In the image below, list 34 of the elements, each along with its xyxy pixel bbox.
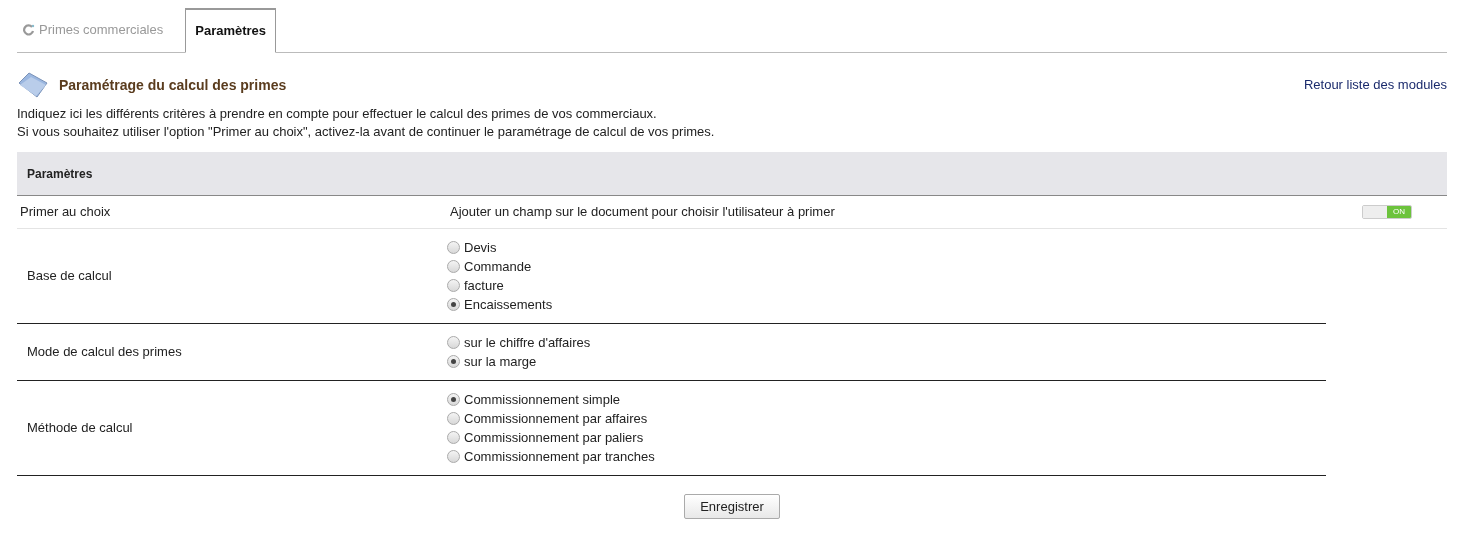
row-description: Ajouter un champ sur le document pour choisir l'utilisateur à primer [450, 203, 836, 222]
page-title: Paramétrage du calcul des primes [59, 75, 287, 95]
row-label: Méthode de calcul [26, 419, 134, 438]
radio-button[interactable] [447, 279, 460, 292]
radio-button[interactable] [447, 450, 460, 463]
section-header: Paramètres [17, 152, 1447, 196]
refresh-icon [23, 24, 35, 36]
radio-button[interactable] [447, 431, 460, 444]
save-button[interactable]: Enregistrer [684, 494, 780, 519]
radio-option[interactable]: facture [447, 276, 553, 295]
row-label: Mode de calcul des primes [26, 343, 183, 362]
radio-option[interactable]: sur le chiffre d'affaires [447, 333, 591, 352]
row-label: Base de calcul [26, 267, 113, 286]
row-label: Primer au choix [20, 203, 112, 222]
radio-button[interactable] [447, 241, 460, 254]
radio-button[interactable] [447, 260, 460, 273]
tab[interactable]: Paramètres [185, 8, 277, 53]
description-text: Indiquez ici les différents critères à prendre en compte pour effectuer le calcul des primes de vos commerciaux. [17, 105, 658, 123]
radio-button[interactable] [447, 336, 460, 349]
radio-option[interactable]: Commissionnement par affaires [447, 409, 655, 428]
radio-option[interactable]: sur la marge [447, 352, 591, 371]
radio-option[interactable]: Commissionnement simple [447, 390, 655, 409]
description-text: Si vous souhaitez utiliser l'option "Primer au choix", activez-la avant de continuer le paramétrage de calcul de vos primes. [17, 123, 716, 141]
radio-option[interactable]: Encaissements [447, 295, 553, 314]
radio-button[interactable] [447, 393, 460, 406]
radio-button[interactable] [447, 412, 460, 425]
folder-icon [17, 71, 49, 99]
radio-option[interactable]: Commissionnement par paliers [447, 428, 655, 447]
radio-button[interactable] [447, 298, 460, 311]
back-link[interactable]: Retour liste des modules [1303, 75, 1447, 95]
radio-button[interactable] [447, 355, 460, 368]
radio-option[interactable]: Devis [447, 238, 553, 257]
radio-option[interactable]: Commissionnement par tranches [447, 447, 655, 466]
radio-option[interactable]: Commande [447, 257, 553, 276]
